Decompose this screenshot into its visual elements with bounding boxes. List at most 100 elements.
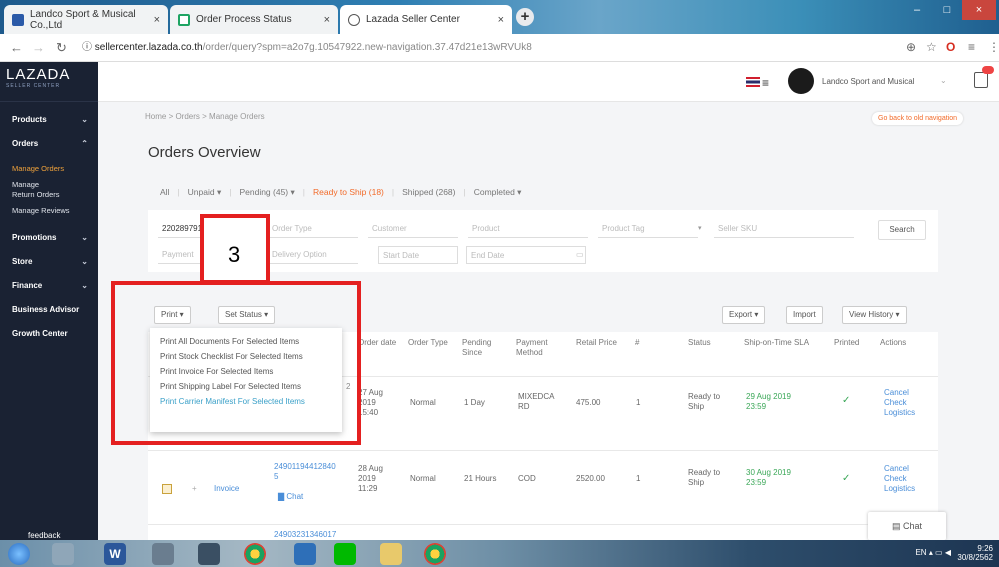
order-number-link[interactable]: 24901194412840 5 (274, 462, 336, 482)
check-logistics-link[interactable]: Check (884, 398, 915, 408)
taskbar-app-icon[interactable] (152, 543, 174, 565)
menu-item-print-invoice[interactable]: Print Invoice For Selected Items (150, 364, 342, 379)
menu-item-print-stock-checklist[interactable]: Print Stock Checklist For Selected Items (150, 349, 342, 364)
sla-cell: 30 Aug 2019 23:59 (746, 468, 791, 487)
start-date-input[interactable]: Start Date (378, 246, 458, 264)
close-tab-icon[interactable]: × (498, 14, 504, 26)
menu-item-print-all-documents[interactable]: Print All Documents For Selected Items (150, 334, 342, 349)
product-input[interactable]: Product (468, 220, 588, 238)
column-header-pending-since[interactable]: Pending Since (462, 338, 496, 358)
tab-completed[interactable]: Completed ▾ (474, 187, 522, 198)
extension-icon[interactable]: ≡ (968, 40, 975, 54)
browser-tab[interactable]: Order Process Status × (170, 5, 338, 34)
word-icon[interactable]: W (104, 543, 126, 565)
order-type-input[interactable]: Order Type (268, 220, 358, 238)
sidebar-item-label: Orders (12, 139, 39, 148)
reload-icon[interactable]: ↻ (56, 40, 67, 56)
cancel-link[interactable]: Cancel (884, 388, 915, 398)
language-indicator[interactable]: EN (915, 548, 926, 557)
zoom-icon[interactable]: ⊕ (906, 40, 916, 54)
calendar-icon[interactable]: ▭ (576, 250, 584, 259)
language-menu-icon[interactable]: ≡ (762, 76, 769, 90)
page-title: Orders Overview (148, 144, 261, 161)
expand-icon[interactable]: + (192, 484, 197, 494)
chevron-down-icon[interactable]: ⌄ (940, 76, 947, 85)
customer-input[interactable]: Customer (368, 220, 458, 238)
close-window-button[interactable]: × (962, 0, 996, 20)
taskbar-app-icon[interactable] (198, 543, 220, 565)
clock[interactable]: 9:26 30/8/2562 (957, 544, 993, 562)
sidebar-subitem-manage-reviews[interactable]: Manage Reviews (0, 206, 98, 216)
order-type-cell: Normal (410, 474, 436, 483)
store-name[interactable]: Landco Sport and Musical (822, 77, 915, 86)
sidebar-subitem-manage-orders[interactable]: Manage Orders (0, 164, 98, 174)
menu-kebab-icon[interactable]: ⋮ (988, 40, 999, 54)
check-logistics-link-cont[interactable]: Logistics (884, 408, 915, 418)
order-number-link[interactable]: 24903231346017 (274, 530, 336, 540)
line-app-icon[interactable] (334, 543, 356, 565)
close-tab-icon[interactable]: × (154, 14, 160, 26)
tab-ready-to-ship[interactable]: Ready to Ship (18) (313, 187, 384, 198)
check-logistics-link-cont[interactable]: Logistics (884, 484, 915, 494)
menu-item-print-carrier-manifest[interactable]: Print Carrier Manifest For Selected Item… (150, 394, 342, 409)
cancel-link[interactable]: Cancel (884, 464, 915, 474)
print-dropdown-button[interactable]: Print ▾ (154, 306, 191, 324)
view-history-dropdown-button[interactable]: View History ▾ (842, 306, 907, 324)
tab-pending[interactable]: Pending (45) ▾ (239, 187, 294, 198)
sidebar-item-promotions[interactable]: Promotions ⌄ (0, 226, 98, 250)
lazada-logo[interactable]: LAZADA SELLER CENTER (0, 62, 98, 102)
favicon-icon (178, 13, 190, 26)
chrome-icon[interactable] (244, 543, 266, 565)
maximize-button[interactable]: □ (932, 0, 962, 20)
forward-icon[interactable]: → (32, 40, 45, 55)
system-tray[interactable]: EN ▴ ▭ ◀ (915, 548, 951, 557)
row-checkbox[interactable] (162, 484, 172, 494)
column-header-actions: Actions (880, 338, 907, 347)
end-date-input[interactable]: End Date (466, 246, 586, 264)
browser-tab[interactable]: Landco Sport & Musical Co.,Ltd × (4, 5, 168, 34)
minimize-button[interactable]: – (902, 0, 932, 20)
chat-widget-button[interactable]: ▤ Chat (868, 512, 946, 540)
sidebar-item-growth-center[interactable]: Growth Center (0, 322, 98, 346)
export-dropdown-button[interactable]: Export ▾ (722, 306, 766, 324)
status-cell: Ready to Ship (688, 468, 721, 487)
url-field[interactable]: ⓘ sellercenter.lazada.co.th/order/query?… (82, 38, 942, 58)
taskbar-app-icon[interactable] (294, 543, 316, 565)
browser-tab-active[interactable]: Lazada Seller Center × (340, 5, 512, 34)
bookmark-star-icon[interactable]: ☆ (926, 40, 937, 54)
import-button[interactable]: Import (786, 306, 823, 324)
thai-flag-icon[interactable] (746, 77, 760, 87)
taskbar-app-icon[interactable] (52, 543, 74, 565)
sidebar-subitem-manage-return-orders[interactable]: Manage Return Orders (0, 180, 60, 200)
tab-unpaid[interactable]: Unpaid ▾ (188, 187, 222, 198)
close-tab-icon[interactable]: × (324, 14, 330, 26)
new-tab-button[interactable]: + (516, 8, 534, 26)
feedback-link[interactable]: feedback (28, 531, 60, 540)
menu-item-print-shipping-label[interactable]: Print Shipping Label For Selected Items 2 (150, 379, 350, 394)
avatar[interactable] (788, 68, 814, 94)
start-button-icon[interactable] (8, 543, 30, 565)
opera-extension-icon[interactable]: O (946, 40, 955, 54)
sidebar-item-products[interactable]: Products ⌄ (0, 108, 98, 132)
tab-all[interactable]: All (160, 187, 169, 198)
column-header-order-date[interactable]: Order date (358, 338, 398, 348)
search-button[interactable]: Search (878, 220, 926, 240)
sidebar-item-finance[interactable]: Finance ⌄ (0, 274, 98, 298)
back-to-old-navigation-button[interactable]: Go back to old navigation (872, 112, 963, 125)
product-tag-select[interactable]: Product Tag (598, 220, 698, 238)
notification-icon[interactable] (974, 72, 988, 88)
check-logistics-link[interactable]: Check (884, 474, 915, 484)
tab-title: Landco Sport & Musical Co.,Ltd (30, 8, 136, 31)
sidebar-item-business-advisor[interactable]: Business Advisor (0, 298, 98, 322)
seller-sku-input[interactable]: Seller SKU (714, 220, 854, 238)
tab-shipped[interactable]: Shipped (268) (402, 187, 455, 198)
sidebar-item-orders[interactable]: Orders ⌃ (0, 132, 98, 156)
invoice-link[interactable]: Invoice (214, 484, 239, 494)
back-icon[interactable]: ← (10, 40, 23, 55)
file-explorer-icon[interactable] (380, 543, 402, 565)
chat-button[interactable]: ▇ Chat (278, 492, 303, 502)
sidebar-item-store[interactable]: Store ⌄ (0, 250, 98, 274)
set-status-dropdown-button[interactable]: Set Status ▾ (218, 306, 276, 324)
chrome-icon[interactable] (424, 543, 446, 565)
delivery-option-select[interactable]: Delivery Option (268, 246, 358, 264)
